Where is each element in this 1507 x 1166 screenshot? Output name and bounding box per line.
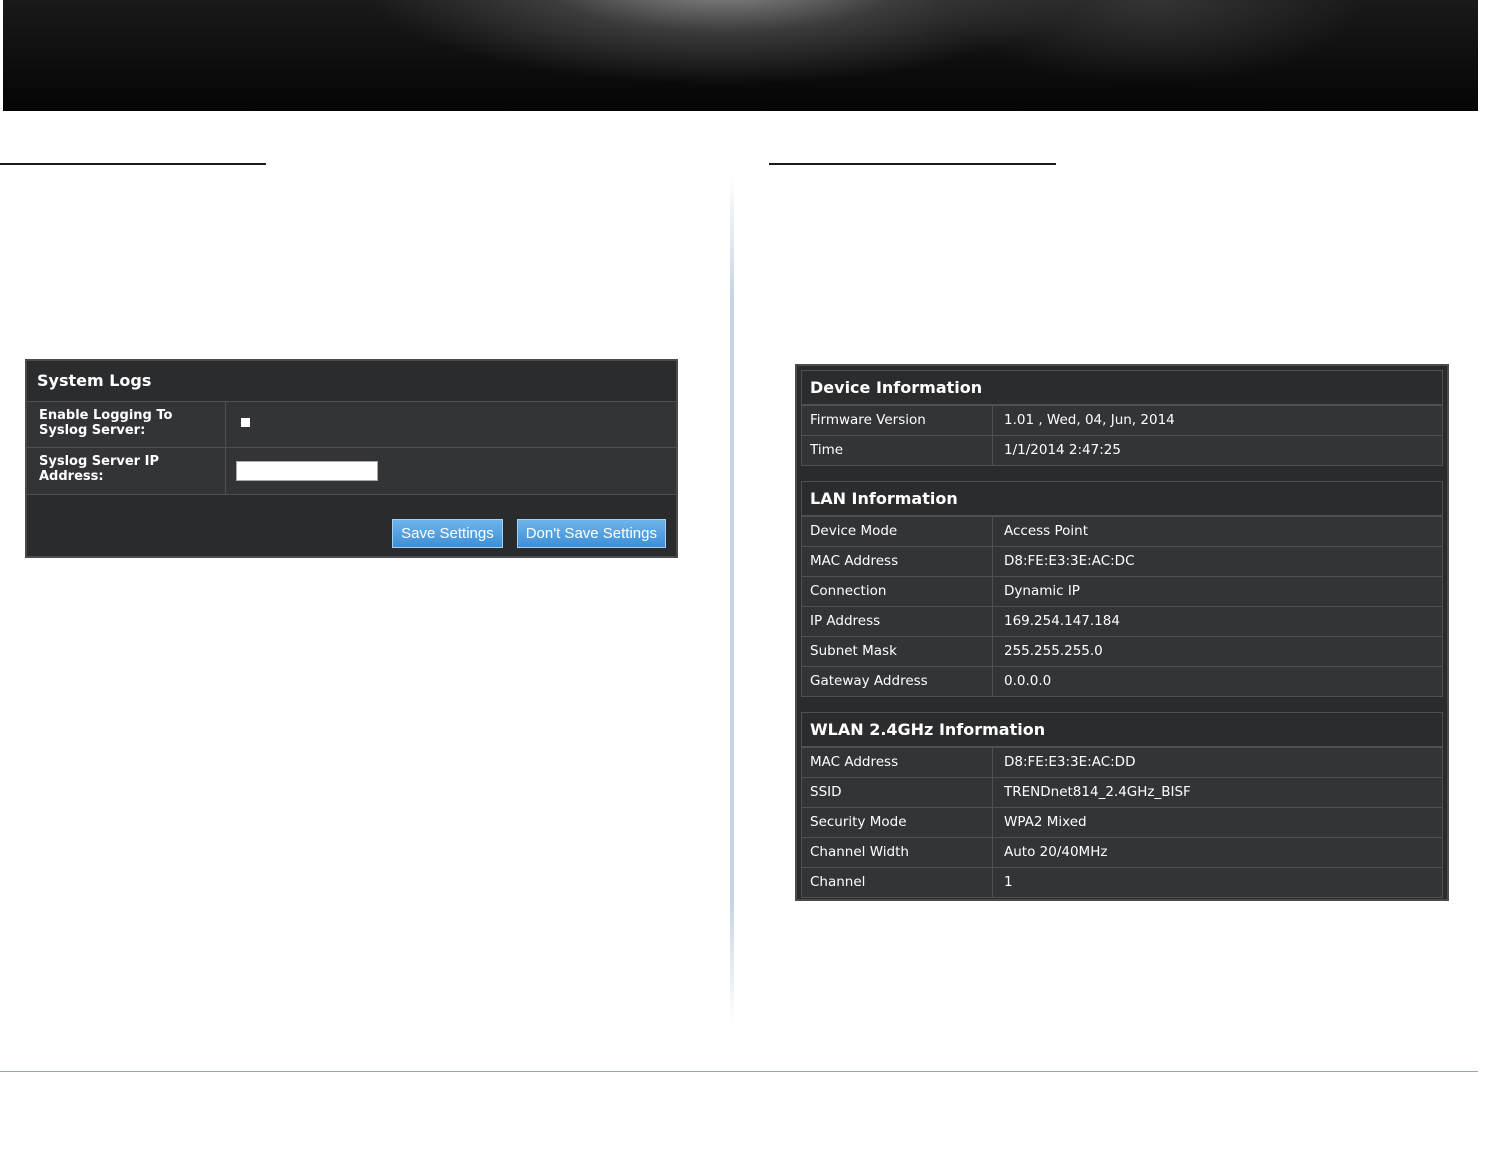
- syslog-server-ip-input[interactable]: [236, 461, 378, 481]
- save-settings-button[interactable]: Save Settings: [392, 519, 503, 548]
- table-row: Gateway Address 0.0.0.0: [802, 666, 1442, 696]
- table-row: Device Mode Access Point: [802, 516, 1442, 546]
- lan-information-title: LAN Information: [801, 481, 1443, 515]
- row-key: Connection: [802, 577, 993, 606]
- row-key: Subnet Mask: [802, 637, 993, 666]
- server-ip-row: Syslog Server IP Address:: [27, 448, 676, 495]
- row-key: MAC Address: [802, 748, 993, 777]
- table-row: Security Mode WPA2 Mixed: [802, 807, 1442, 837]
- column-divider: [730, 175, 734, 1025]
- row-value: Auto 20/40MHz: [1004, 844, 1108, 860]
- row-key: Time: [802, 436, 993, 465]
- table-row: SSID TRENDnet814_2.4GHz_BISF: [802, 777, 1442, 807]
- dont-save-settings-button[interactable]: Don't Save Settings: [516, 519, 666, 548]
- enable-logging-label: Enable Logging To Syslog Server:: [27, 402, 226, 447]
- row-key: MAC Address: [802, 547, 993, 576]
- row-value: 255.255.255.0: [1004, 643, 1103, 659]
- row-value: D8:FE:E3:3E:AC:DC: [1004, 553, 1135, 569]
- table-row: MAC Address D8:FE:E3:3E:AC:DD: [802, 747, 1442, 777]
- header-banner: [3, 0, 1478, 111]
- wlan-information-title: WLAN 2.4GHz Information: [801, 712, 1443, 746]
- row-key: Firmware Version: [802, 406, 993, 435]
- wlan-information-table: MAC Address D8:FE:E3:3E:AC:DD SSID TREND…: [801, 746, 1443, 898]
- row-key: IP Address: [802, 607, 993, 636]
- device-status-panel: Device Information Firmware Version 1.01…: [795, 364, 1449, 901]
- row-key: Channel: [802, 868, 993, 897]
- left-heading-rule: [0, 163, 266, 165]
- enable-logging-cell: [226, 402, 676, 447]
- enable-logging-checkbox[interactable]: [241, 418, 250, 427]
- row-value: 1.01 , Wed, 04, Jun, 2014: [1004, 412, 1175, 428]
- table-row: Connection Dynamic IP: [802, 576, 1442, 606]
- row-value: 169.254.147.184: [1004, 613, 1120, 629]
- server-ip-label: Syslog Server IP Address:: [27, 448, 226, 494]
- row-key: Channel Width: [802, 838, 993, 867]
- enable-logging-row: Enable Logging To Syslog Server:: [27, 402, 676, 448]
- row-value: Dynamic IP: [1004, 583, 1080, 599]
- row-key: Security Mode: [802, 808, 993, 837]
- device-information-title: Device Information: [801, 370, 1443, 404]
- table-row: Subnet Mask 255.255.255.0: [802, 636, 1442, 666]
- system-logs-title: System Logs: [27, 361, 676, 402]
- table-row: Firmware Version 1.01 , Wed, 04, Jun, 20…: [802, 405, 1442, 435]
- row-value: Access Point: [1004, 523, 1089, 539]
- table-row: Time 1/1/2014 2:47:25: [802, 435, 1442, 465]
- right-heading-rule: [769, 163, 1056, 165]
- server-ip-cell: [226, 448, 676, 494]
- row-value: 1: [1004, 874, 1013, 890]
- row-value: D8:FE:E3:3E:AC:DD: [1004, 754, 1136, 770]
- system-logs-actions: Save Settings Don't Save Settings: [392, 519, 666, 548]
- table-row: Channel 1: [802, 867, 1442, 897]
- row-key: SSID: [802, 778, 993, 807]
- row-key: Device Mode: [802, 517, 993, 546]
- table-row: IP Address 169.254.147.184: [802, 606, 1442, 636]
- device-information-table: Firmware Version 1.01 , Wed, 04, Jun, 20…: [801, 404, 1443, 466]
- table-row: MAC Address D8:FE:E3:3E:AC:DC: [802, 546, 1442, 576]
- row-key: Gateway Address: [802, 667, 993, 696]
- table-row: Channel Width Auto 20/40MHz: [802, 837, 1442, 867]
- row-value: TRENDnet814_2.4GHz_BISF: [1004, 784, 1191, 800]
- row-value: WPA2 Mixed: [1004, 814, 1087, 830]
- row-value: 1/1/2014 2:47:25: [1004, 442, 1121, 458]
- row-value: 0.0.0.0: [1004, 673, 1052, 689]
- lan-information-table: Device Mode Access Point MAC Address D8:…: [801, 515, 1443, 697]
- system-logs-panel: System Logs Enable Logging To Syslog Ser…: [25, 359, 678, 558]
- page: System Logs Enable Logging To Syslog Ser…: [0, 0, 1507, 1166]
- footer-rule: [0, 1071, 1478, 1072]
